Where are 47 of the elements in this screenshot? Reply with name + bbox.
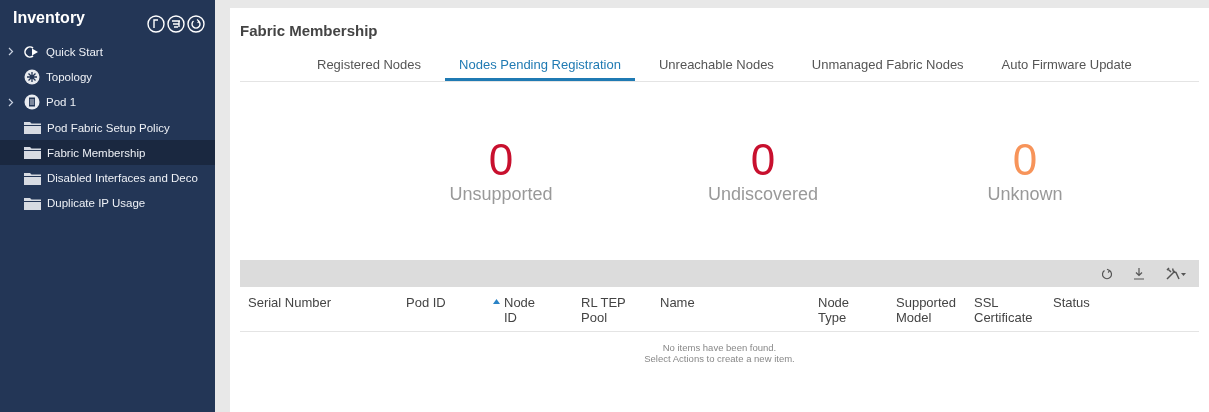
- pin-icon[interactable]: [147, 15, 165, 33]
- column-header[interactable]: Supported Model: [896, 295, 956, 325]
- column-header[interactable]: RL TEP Pool: [581, 295, 626, 325]
- refresh-icon[interactable]: [187, 15, 205, 33]
- sidebar-title: Inventory: [13, 9, 85, 27]
- empty-message: Select Actions to create a new item.: [644, 353, 795, 364]
- sort-ascending-icon[interactable]: [493, 299, 500, 304]
- play-circle-icon: [24, 44, 40, 59]
- count-label: Unsupported: [449, 184, 553, 205]
- download-icon[interactable]: [1133, 267, 1145, 280]
- tab[interactable]: Auto Firmware Update: [987, 51, 1146, 81]
- count-value: 0: [1012, 138, 1038, 182]
- column-header[interactable]: Status: [1053, 295, 1090, 310]
- count-label: Unknown: [987, 184, 1063, 205]
- tab[interactable]: Nodes Pending Registration: [445, 51, 635, 81]
- column-header[interactable]: Node ID: [504, 295, 536, 325]
- folder-icon: [24, 146, 41, 160]
- filter-icon[interactable]: [167, 15, 185, 33]
- server-icon: [24, 94, 40, 111]
- sidebar-item[interactable]: Quick Start: [0, 39, 215, 65]
- chevron-icon[interactable]: [8, 97, 14, 107]
- sidebar-item[interactable]: Pod Fabric Setup Policy: [0, 114, 215, 141]
- count-value: 0: [488, 138, 514, 182]
- sidebar-item[interactable]: Fabric Membership: [0, 140, 215, 166]
- count-label: Undiscovered: [707, 184, 819, 205]
- refresh-icon[interactable]: [1101, 267, 1113, 280]
- folder-icon: [24, 171, 41, 185]
- tab[interactable]: Registered Nodes: [303, 51, 436, 81]
- sidebar-item[interactable]: Topology: [0, 64, 215, 90]
- sidebar-item[interactable]: Pod 1: [0, 89, 215, 115]
- topology-icon: [24, 68, 40, 85]
- tab[interactable]: Unreachable Nodes: [644, 51, 788, 81]
- column-header[interactable]: Serial Number: [248, 295, 332, 310]
- tab[interactable]: Unmanaged Fabric Nodes: [797, 51, 978, 81]
- column-header[interactable]: Node Type: [818, 295, 850, 325]
- column-header[interactable]: SSL Certificate: [974, 295, 1033, 325]
- sidebar-item[interactable]: Duplicate IP Usage: [0, 190, 215, 217]
- column-header[interactable]: Pod ID: [406, 295, 446, 310]
- sidebar-item[interactable]: Disabled Interfaces and Deco: [0, 165, 215, 191]
- folder-icon: [24, 196, 41, 210]
- chevron-icon[interactable]: [8, 47, 14, 57]
- tools-icon[interactable]: [1165, 266, 1187, 281]
- count-value: 0: [750, 138, 776, 182]
- column-header[interactable]: Name: [660, 295, 695, 310]
- folder-icon: [24, 121, 41, 135]
- page-title: Fabric Membership: [240, 22, 379, 39]
- empty-message: No items have been found.: [662, 342, 777, 353]
